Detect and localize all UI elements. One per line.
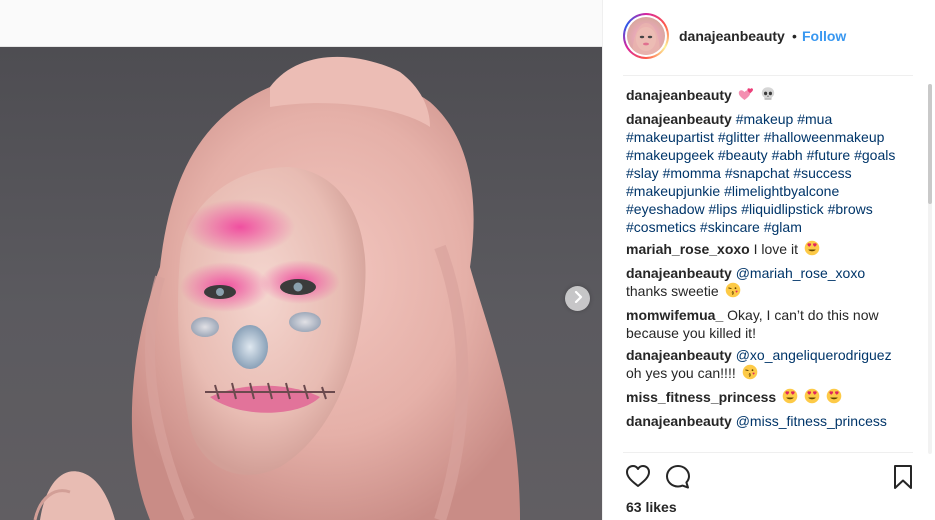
- hashtag-link[interactable]: #momma: [663, 165, 721, 181]
- hashtag-link[interactable]: #cosmetics: [626, 219, 696, 235]
- comment-item: danajeanbeauty @mariah_rose_xoxo thanks …: [626, 264, 906, 302]
- comment-item: danajeanbeauty @xo_angeliquerodriguez oh…: [626, 346, 906, 384]
- comment-button[interactable]: [665, 464, 691, 495]
- hashtag-link[interactable]: #eyeshadow: [626, 201, 705, 217]
- comment-item: danajeanbeauty: [626, 86, 906, 106]
- heart-eyes-icon: [804, 388, 820, 408]
- hashtag-link[interactable]: #future: [807, 147, 851, 163]
- hashtag-link[interactable]: #makeupjunkie: [626, 183, 720, 199]
- top-strip: [0, 0, 602, 47]
- hashtag-link[interactable]: #snapchat: [725, 165, 790, 181]
- heart-eyes-icon: [826, 388, 842, 408]
- comments-scrollbar[interactable]: [928, 84, 932, 454]
- like-button[interactable]: [625, 464, 651, 493]
- hashtag-link[interactable]: #slay: [626, 165, 659, 181]
- hashtag-link[interactable]: #success: [793, 165, 851, 181]
- heart-eyes-icon: [782, 388, 798, 408]
- mention-link[interactable]: @miss_fitness_princess: [736, 413, 887, 429]
- avatar-image: [627, 17, 665, 55]
- instagram-post-page: danajeanbeauty • Follow danajeanbeauty d…: [0, 0, 935, 520]
- comment-item: mariah_rose_xoxo I love it: [626, 240, 906, 260]
- hashtag-link[interactable]: #makeup: [736, 111, 794, 127]
- mention-link[interactable]: @mariah_rose_xoxo: [736, 265, 865, 281]
- separator-dot: •: [792, 28, 797, 44]
- comment-username[interactable]: danajeanbeauty: [626, 347, 732, 363]
- avatar[interactable]: [623, 13, 669, 59]
- hashtag-link[interactable]: #lips: [709, 201, 738, 217]
- comment-text: oh yes you can!!!!: [626, 365, 736, 381]
- next-photo-button[interactable]: [565, 286, 590, 311]
- comment-username[interactable]: danajeanbeauty: [626, 87, 732, 103]
- comment-text: thanks sweetie: [626, 283, 719, 299]
- hashtag-link[interactable]: #skincare: [700, 219, 760, 235]
- save-button[interactable]: [893, 464, 913, 495]
- heart-outline-icon: [625, 465, 651, 492]
- hashtag-link[interactable]: #glitter: [718, 129, 760, 145]
- hashtag-link[interactable]: #makeupartist: [626, 129, 714, 145]
- two-hearts-icon: [738, 86, 754, 106]
- hashtag-link[interactable]: #brows: [828, 201, 873, 217]
- post-header: danajeanbeauty • Follow: [603, 0, 935, 75]
- hashtag-link[interactable]: #mua: [797, 111, 832, 127]
- comment-item: miss_fitness_princess: [626, 388, 906, 408]
- comment-text: I love it: [753, 241, 798, 257]
- hashtag-link[interactable]: #halloweenmakeup: [764, 129, 885, 145]
- chevron-right-icon: [573, 290, 583, 308]
- follow-button[interactable]: Follow: [802, 28, 846, 44]
- hashtag-link[interactable]: #abh: [772, 147, 803, 163]
- hashtag-link[interactable]: #makeupgeek: [626, 147, 714, 163]
- header-divider: [623, 75, 913, 76]
- hashtag-link[interactable]: #glam: [764, 219, 802, 235]
- photo-illustration: [33, 56, 520, 520]
- actions-divider: [623, 452, 913, 453]
- post-photo[interactable]: [0, 47, 602, 520]
- comments-list[interactable]: danajeanbeauty danajeanbeauty #makeup #m…: [626, 86, 906, 450]
- scrollbar-thumb[interactable]: [928, 84, 932, 204]
- post-side-panel: danajeanbeauty • Follow danajeanbeauty d…: [602, 0, 935, 520]
- hashtag-link[interactable]: #goals: [854, 147, 895, 163]
- comment-username[interactable]: danajeanbeauty: [626, 111, 732, 127]
- likes-count[interactable]: 63 likes: [626, 499, 677, 515]
- comment-item: danajeanbeauty @miss_fitness_princess: [626, 412, 906, 430]
- bookmark-icon: [893, 465, 913, 494]
- comment-username[interactable]: momwifemua_: [626, 307, 723, 323]
- hashtag-link[interactable]: #liquidlipstick: [741, 201, 823, 217]
- comment-username[interactable]: danajeanbeauty: [626, 413, 732, 429]
- comment-item: danajeanbeauty #makeup #mua #makeupartis…: [626, 110, 906, 236]
- hashtag-link[interactable]: #beauty: [718, 147, 768, 163]
- comment-username[interactable]: danajeanbeauty: [626, 265, 732, 281]
- comment-bubble-icon: [665, 465, 691, 494]
- hashtag-link[interactable]: #limelightbyalcone: [724, 183, 839, 199]
- post-author-username[interactable]: danajeanbeauty: [679, 28, 785, 44]
- skull-icon: [760, 86, 776, 106]
- comment-username[interactable]: mariah_rose_xoxo: [626, 241, 750, 257]
- heart-eyes-icon: [804, 240, 820, 260]
- mention-link[interactable]: @xo_angeliquerodriguez: [736, 347, 892, 363]
- comment-item: momwifemua_ Okay, I can’t do this now be…: [626, 306, 906, 342]
- comment-username[interactable]: miss_fitness_princess: [626, 389, 776, 405]
- kiss-face-icon: [742, 364, 758, 384]
- kiss-face-icon: [725, 282, 741, 302]
